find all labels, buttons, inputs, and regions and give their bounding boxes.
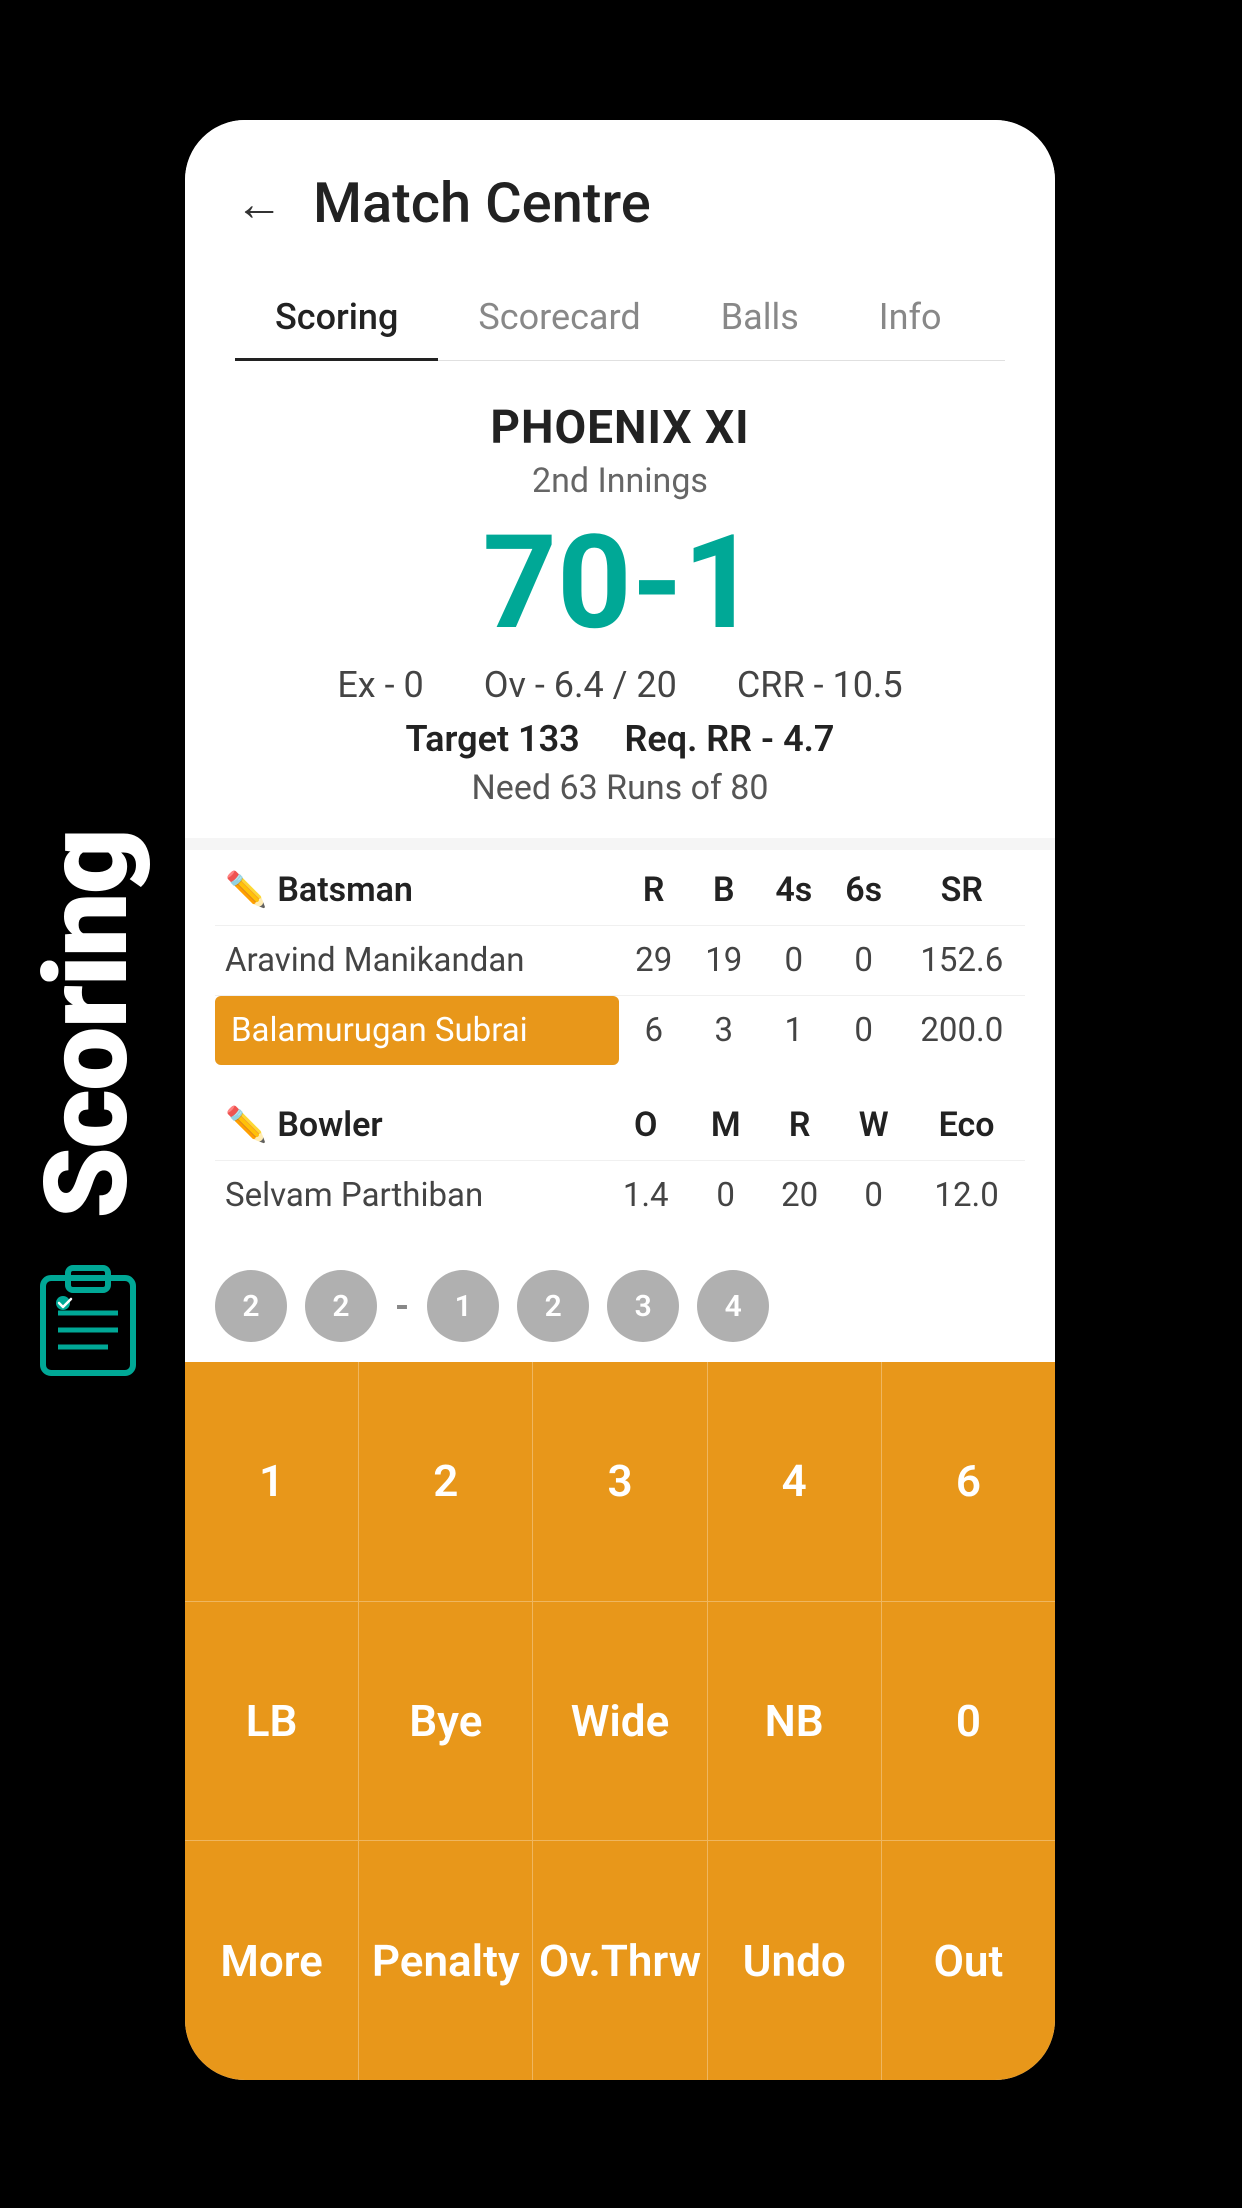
scoring-pad: 1 2 3 4 6 LB Bye Wide NB 0 More Penalty … [185, 1362, 1055, 2080]
score-0-button[interactable]: 0 [882, 1602, 1055, 1841]
col-r: R [619, 850, 689, 926]
batsman-sr: 152.6 [899, 926, 1025, 996]
penalty-button[interactable]: Penalty [359, 1841, 533, 2080]
batsman-6s: 0 [829, 926, 899, 996]
ball-3: 1 [427, 1270, 499, 1342]
bowler-table: ✏️ Bowler O M R W Eco Selvam Parthiban 1… [215, 1085, 1025, 1230]
ball-5: 3 [607, 1270, 679, 1342]
bye-button[interactable]: Bye [359, 1602, 533, 1841]
tab-bar: Scoring Scorecard Balls Info [235, 276, 1005, 361]
undo-button[interactable]: Undo [708, 1841, 882, 2080]
edit-bowler-icon[interactable]: ✏️ [225, 1105, 267, 1145]
col-o: O [600, 1085, 691, 1161]
col-b: B [689, 850, 759, 926]
col-eco: Eco [908, 1085, 1025, 1161]
score-6-button[interactable]: 6 [882, 1362, 1055, 1601]
table-row: Selvam Parthiban 1.4 0 20 0 12.0 [215, 1161, 1025, 1231]
tab-scorecard[interactable]: Scorecard [438, 276, 680, 361]
stats-section: ✏️ Batsman R B 4s 6s SR Aravind Manikand… [185, 850, 1055, 1250]
req-rr: Req. RR - 4.7 [624, 718, 834, 760]
ball-history: 2 2 - 1 2 3 4 [185, 1250, 1055, 1362]
innings-label: 2nd Innings [235, 461, 1005, 501]
col-m: M [691, 1085, 760, 1161]
col-w: W [839, 1085, 908, 1161]
overs: Ov - 6.4 / 20 [484, 664, 677, 706]
col-4s: 4s [759, 850, 829, 926]
bowler-col-header: Bowler [277, 1105, 382, 1145]
bowler-r: 20 [760, 1161, 839, 1231]
ball-1: 2 [215, 1270, 287, 1342]
need-info: Need 63 Runs of 80 [235, 768, 1005, 808]
batsman-b: 19 [689, 926, 759, 996]
edit-batsman-icon[interactable]: ✏️ [225, 870, 267, 910]
table-row: Aravind Manikandan 29 19 0 0 152.6 [215, 926, 1025, 996]
tab-balls[interactable]: Balls [681, 276, 839, 361]
pad-row-1: 1 2 3 4 6 [185, 1362, 1055, 1602]
batsman-6s: 0 [829, 996, 899, 1066]
main-score: 70-1 [235, 511, 1005, 654]
more-button[interactable]: More [185, 1841, 359, 2080]
page-title: Match Centre [313, 170, 651, 236]
batsman-4s: 0 [759, 926, 829, 996]
bowler-o: 1.4 [600, 1161, 691, 1231]
scoring-label: Scoring [30, 830, 145, 1219]
tab-scoring[interactable]: Scoring [235, 276, 438, 361]
target: Target 133 [406, 718, 580, 760]
col-r: R [760, 1085, 839, 1161]
bowler-m: 0 [691, 1161, 760, 1231]
score-section: PHOENIX XI 2nd Innings 70-1 Ex - 0 Ov - … [185, 361, 1055, 838]
score-4-button[interactable]: 4 [708, 1362, 882, 1601]
batsman-name-highlight[interactable]: Balamurugan Subrai [215, 996, 619, 1066]
phone-card: ← Match Centre Scoring Scorecard Balls I… [185, 120, 1055, 2080]
score-2-button[interactable]: 2 [359, 1362, 533, 1601]
bowler-eco: 12.0 [908, 1161, 1025, 1231]
batsman-r: 29 [619, 926, 689, 996]
bowler-w: 0 [839, 1161, 908, 1231]
batsman-b: 3 [689, 996, 759, 1066]
crr: CRR - 10.5 [737, 664, 903, 706]
ball-4: 2 [517, 1270, 589, 1342]
ov-thrw-button[interactable]: Ov.Thrw [533, 1841, 707, 2080]
tab-info[interactable]: Info [839, 276, 982, 361]
score-3-button[interactable]: 3 [533, 1362, 707, 1601]
table-row-highlighted: Balamurugan Subrai 6 3 1 0 200.0 [215, 996, 1025, 1066]
batsman-sr: 200.0 [899, 996, 1025, 1066]
batsman-col-header: Batsman [277, 870, 413, 910]
col-sr: SR [899, 850, 1025, 926]
left-sidebar: Scoring [0, 0, 175, 2208]
nb-button[interactable]: NB [708, 1602, 882, 1841]
ball-dot: - [395, 1285, 409, 1327]
batsman-r: 6 [619, 996, 689, 1066]
batsman-name[interactable]: Aravind Manikandan [215, 926, 619, 996]
header: ← Match Centre Scoring Scorecard Balls I… [185, 120, 1055, 361]
clipboard-icon [33, 1258, 143, 1378]
pad-row-2: LB Bye Wide NB 0 [185, 1602, 1055, 1842]
team-name: PHOENIX XI [235, 401, 1005, 455]
back-button[interactable]: ← [235, 175, 283, 232]
lb-button[interactable]: LB [185, 1602, 359, 1841]
pad-row-3: More Penalty Ov.Thrw Undo Out [185, 1841, 1055, 2080]
batsman-4s: 1 [759, 996, 829, 1066]
ball-2: 2 [305, 1270, 377, 1342]
col-6s: 6s [829, 850, 899, 926]
batsmen-table: ✏️ Batsman R B 4s 6s SR Aravind Manikand… [215, 850, 1025, 1065]
score-1-button[interactable]: 1 [185, 1362, 359, 1601]
out-button[interactable]: Out [882, 1841, 1055, 2080]
extras: Ex - 0 [337, 664, 423, 706]
ball-6: 4 [697, 1270, 769, 1342]
bowler-name[interactable]: Selvam Parthiban [215, 1161, 600, 1231]
wide-button[interactable]: Wide [533, 1602, 707, 1841]
